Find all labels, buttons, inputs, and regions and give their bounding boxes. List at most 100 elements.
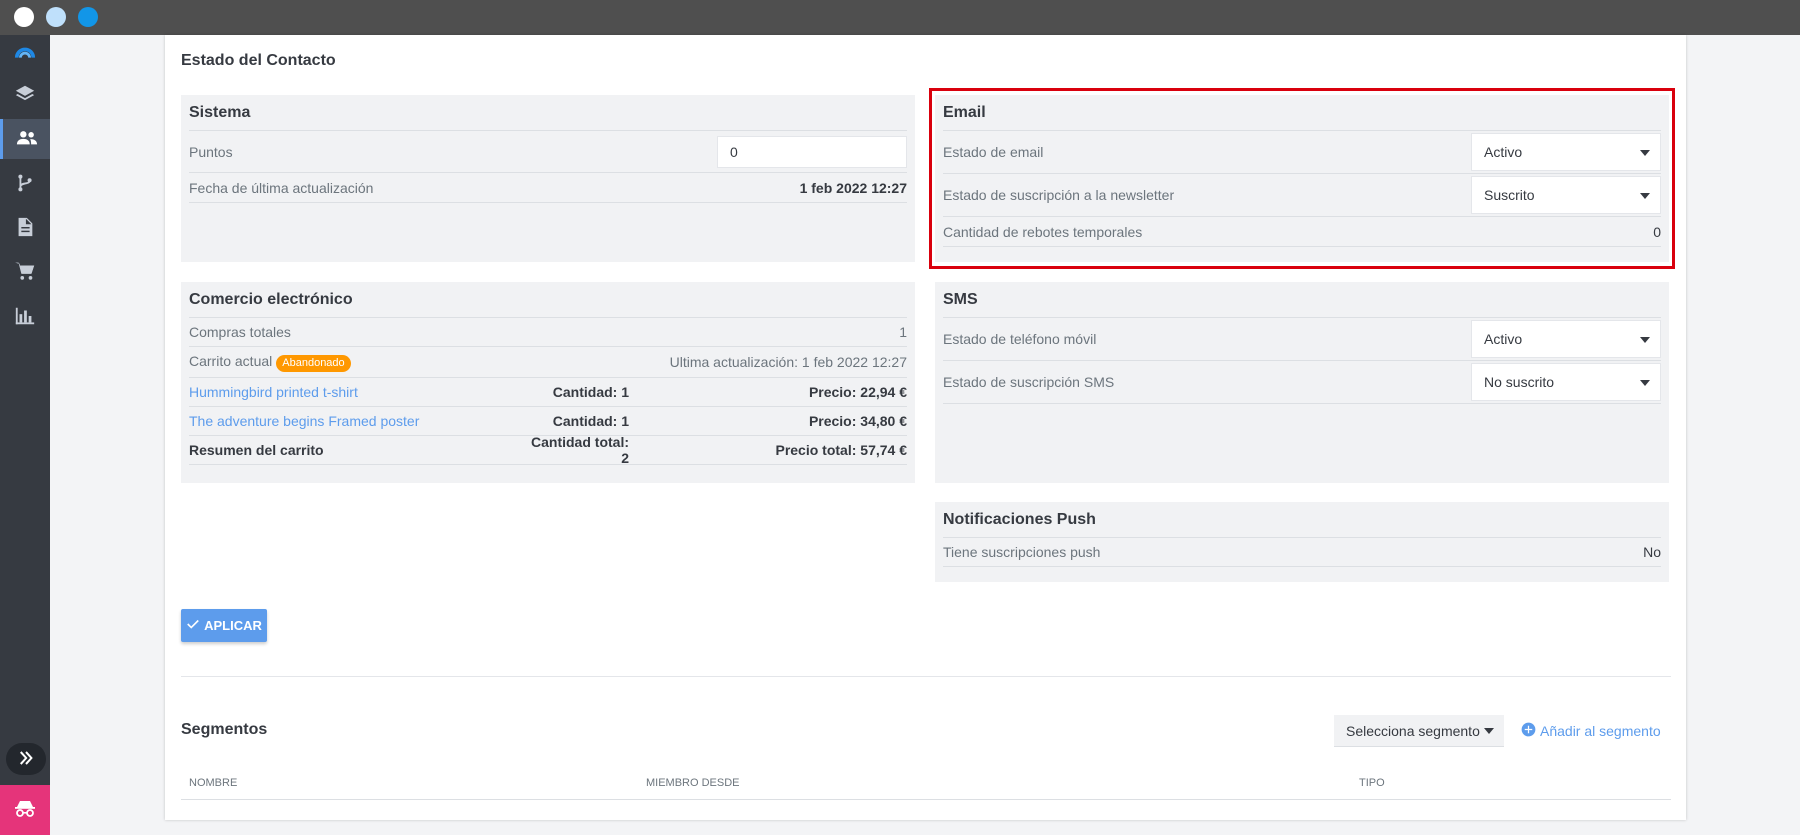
row-compras: Compras totales 1	[189, 318, 907, 347]
window-titlebar	[0, 0, 1800, 35]
row-carrito: Carrito actual Abandonado Ultima actualiz…	[189, 347, 907, 378]
segment-select-value: Selecciona segmento	[1346, 723, 1480, 739]
sms-suscripcion-select[interactable]: No suscrito	[1471, 363, 1661, 401]
add-to-segment-button[interactable]: Añadir al segmento	[1521, 722, 1661, 740]
puntos-input[interactable]: 0	[717, 135, 907, 168]
cart-item-row: Hummingbird printed t-shirt Cantidad: 1 …	[189, 378, 907, 407]
cart-item-link[interactable]: The adventure begins Framed poster	[189, 413, 529, 429]
column-header-miembro-desde: MIEMBRO DESDE	[646, 777, 740, 789]
double-chevron-right-icon	[17, 749, 35, 770]
movil-value: Activo	[1484, 331, 1523, 347]
sidebar-item-documents[interactable]	[0, 208, 50, 248]
newsletter-select[interactable]: Suscrito	[1471, 176, 1661, 214]
window-minimize-dot[interactable]	[46, 7, 66, 27]
sidebar	[0, 35, 50, 835]
card-title: SMS	[943, 282, 1661, 318]
row-push: Tiene suscripciones push No	[943, 538, 1661, 567]
carrito-update: Ultima actualización: 1 feb 2022 12:27	[669, 354, 907, 370]
window-close-dot[interactable]	[14, 7, 34, 27]
rebotes-label: Cantidad de rebotes temporales	[943, 223, 1143, 240]
column-header-nombre: NOMBRE	[189, 777, 238, 789]
incognito-icon	[13, 797, 37, 824]
add-to-segment-label: Añadir al segmento	[1540, 723, 1661, 739]
carrito-label-wrap: Carrito actual Abandonado	[189, 353, 670, 372]
segments-title: Segmentos	[181, 721, 268, 738]
sidebar-item-layers[interactable]	[0, 75, 50, 115]
column-header-tipo: TIPO	[1359, 777, 1385, 789]
flow-icon	[14, 172, 36, 197]
puntos-label: Puntos	[189, 143, 233, 160]
card-title: Comercio electrónico	[189, 282, 907, 318]
cart-item-qty: Cantidad: 1	[552, 384, 629, 400]
push-label: Tiene suscripciones push	[943, 544, 1101, 560]
compras-label: Compras totales	[189, 324, 291, 340]
layers-icon	[14, 83, 36, 108]
sidebar-item-shop[interactable]	[0, 252, 50, 292]
card-push: Notificaciones Push Tiene suscripciones …	[935, 502, 1669, 582]
contact-status-panel: Estado del Contacto Sistema Puntos 0 Fec…	[165, 35, 1686, 820]
estado-email-value: Activo	[1484, 144, 1523, 160]
chart-icon	[14, 305, 36, 330]
row-rebotes: Cantidad de rebotes temporales 0	[943, 217, 1661, 247]
segment-select[interactable]: Selecciona segmento	[1334, 715, 1504, 747]
sidebar-item-contacts[interactable]	[0, 119, 50, 159]
caret-down-icon	[1640, 193, 1650, 199]
cart-item-qty: Cantidad: 1	[552, 413, 629, 429]
check-icon	[186, 617, 200, 634]
row-estado-email: Estado de email Activo	[943, 131, 1661, 174]
card-sistema: Sistema Puntos 0 Fecha de última actuali…	[181, 95, 915, 262]
card-title: Notificaciones Push	[943, 502, 1661, 538]
carrito-label: Carrito actual	[189, 352, 273, 369]
summary-price: Precio total: 57,74 €	[775, 442, 907, 458]
sidebar-item-flows[interactable]	[0, 164, 50, 204]
fecha-value: 1 feb 2022 12:27	[799, 179, 907, 196]
caret-down-icon	[1640, 337, 1650, 343]
newsletter-value: Suscrito	[1484, 187, 1535, 203]
cart-item-link[interactable]: Hummingbird printed t-shirt	[189, 384, 529, 400]
estado-email-label: Estado de email	[943, 144, 1044, 160]
card-title: Email	[943, 95, 1661, 131]
movil-select[interactable]: Activo	[1471, 320, 1661, 358]
card-email: Email Estado de email Activo Estado de s…	[935, 95, 1669, 262]
row-fecha: Fecha de última actualización 1 feb 2022…	[189, 173, 907, 203]
card-comercio: Comercio electrónico Compras totales 1 C…	[181, 282, 915, 483]
sms-suscripcion-value: No suscrito	[1484, 374, 1555, 390]
fecha-label: Fecha de última actualización	[189, 179, 374, 196]
cart-icon	[14, 260, 36, 285]
apply-label: APLICAR	[204, 618, 262, 633]
summary-qty: Cantidad total: 2	[531, 434, 629, 466]
sidebar-expand-button[interactable]	[6, 743, 46, 775]
compras-value: 1	[899, 324, 907, 340]
estado-email-select[interactable]: Activo	[1471, 133, 1661, 171]
newsletter-label: Estado de suscripción a la newsletter	[943, 187, 1175, 203]
summary-label: Resumen del carrito	[189, 442, 324, 458]
card-sms: SMS Estado de teléfono móvil Activo Esta…	[935, 282, 1669, 483]
table-header-line	[181, 799, 1671, 800]
push-value: No	[1643, 544, 1661, 560]
contacts-icon	[16, 127, 38, 152]
row-newsletter: Estado de suscripción a la newsletter Su…	[943, 174, 1661, 217]
row-puntos: Puntos 0	[189, 131, 907, 173]
page-title: Estado del Contacto	[181, 52, 336, 69]
window-maximize-dot[interactable]	[78, 7, 98, 27]
card-title: Sistema	[189, 95, 907, 131]
caret-down-icon	[1640, 150, 1650, 156]
rebotes-value: 0	[1653, 223, 1661, 240]
sidebar-incognito-button[interactable]	[0, 785, 50, 835]
sidebar-item-reports[interactable]	[0, 297, 50, 337]
cart-item-row: The adventure begins Framed poster Canti…	[189, 407, 907, 436]
section-divider	[181, 676, 1671, 677]
caret-down-icon	[1640, 380, 1650, 386]
document-icon	[14, 216, 36, 241]
apply-button[interactable]: APLICAR	[181, 609, 267, 642]
logo-icon	[14, 43, 36, 68]
sidebar-logo[interactable]	[0, 35, 50, 75]
caret-down-icon	[1484, 728, 1494, 734]
plus-circle-icon	[1521, 722, 1536, 740]
row-sms-suscripcion: Estado de suscripción SMS No suscrito	[943, 361, 1661, 404]
sms-suscripcion-label: Estado de suscripción SMS	[943, 374, 1115, 390]
status-badge: Abandonado	[276, 354, 351, 372]
movil-label: Estado de teléfono móvil	[943, 331, 1097, 347]
row-movil: Estado de teléfono móvil Activo	[943, 318, 1661, 361]
row-cart-summary: Resumen del carrito Cantidad total: 2 Pr…	[189, 434, 907, 466]
